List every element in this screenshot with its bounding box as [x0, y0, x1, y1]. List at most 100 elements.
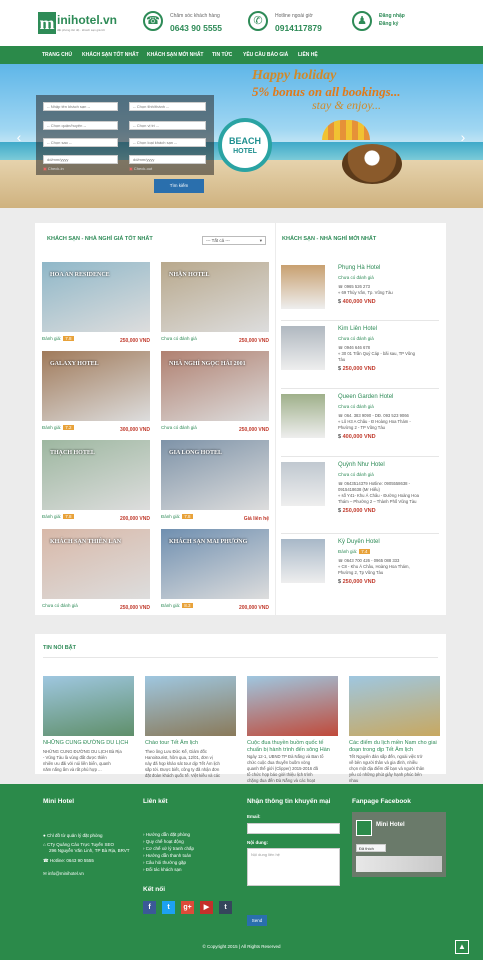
hotel-name-input[interactable]: -- Nhập tên khách sạn --: [43, 102, 118, 111]
new-hotel-photo[interactable]: [281, 265, 325, 309]
checkout-input[interactable]: dd/mm/yyyy: [129, 155, 206, 164]
rating-badge: 7.2: [63, 425, 74, 430]
footer-link[interactable]: › Câu hỏi thường gặp: [143, 860, 186, 867]
nav-new-hotels[interactable]: KHÁCH SẠN MỚI NHẤT: [147, 46, 203, 64]
fanpage-like-button[interactable]: Đã thích: [356, 844, 386, 852]
fanpage-widget[interactable]: Mini Hotel Đã thích: [352, 812, 446, 877]
news-photo[interactable]: [247, 676, 338, 736]
hotel-photo[interactable]: GALAXY HOTEL: [42, 351, 150, 421]
rating-none: Chưa có đánh giá: [42, 603, 78, 608]
main-nav: TRANG CHỦ KHÁCH SẠN TỐT NHẤT KHÁCH SẠN M…: [0, 46, 483, 64]
search-button[interactable]: Tìm kiếm: [154, 179, 204, 193]
care-phone[interactable]: 0643 90 5555: [170, 23, 222, 33]
footer-link[interactable]: › Hướng dẫn thanh toán: [143, 853, 191, 860]
hotel-filter-select[interactable]: --- Tất cả --- ▾: [202, 236, 266, 245]
newsletter-email-input[interactable]: [247, 823, 340, 834]
footer-link[interactable]: › Quy chế hoạt động: [143, 839, 184, 846]
new-hotel-price: $ 250,000 VND: [338, 579, 376, 585]
logo[interactable]: m inihotel.vn đặt phòng tốc độ · khách s…: [38, 12, 117, 38]
footer-link-text: Câu hỏi thường gặp: [145, 860, 186, 865]
twitter-icon[interactable]: t: [162, 901, 175, 914]
badge-line-2: HOTEL: [233, 148, 257, 155]
hotel-type-select[interactable]: -- Chọn loại khách sạn --: [129, 138, 206, 147]
next-slide-arrow-icon[interactable]: ›: [458, 130, 468, 144]
footer-link-text: Đối tác khách sạn: [145, 867, 182, 872]
hotel-photo[interactable]: NHÀ NGHỈ NGỌC HẢI 2001: [161, 351, 269, 421]
hotel-photo[interactable]: KHÁCH SẠN MAI PHƯƠNG: [161, 529, 269, 599]
footer-about-line: ● Chỉ đồ từ quản lý đặt phòng: [43, 833, 103, 840]
nav-quote-request[interactable]: YÊU CẦU BÁO GIÁ: [243, 46, 288, 64]
news-headline[interactable]: NHỮNG CUNG ĐƯỜNG DU LỊCH: [43, 740, 135, 747]
new-hotel-photo[interactable]: [281, 539, 325, 583]
rating-label: Đánh giá:: [338, 549, 358, 554]
news-photo[interactable]: [43, 676, 134, 736]
news-headline[interactable]: Các điểm du lịch miền Nam cho giai đoạn …: [349, 740, 441, 753]
youtube-icon[interactable]: ▶: [200, 901, 213, 914]
facebook-icon[interactable]: f: [143, 901, 156, 914]
hotel-photo[interactable]: HOA AN RESIDENCE: [42, 262, 150, 332]
hotel-price: 250,000 VND: [238, 338, 269, 344]
send-button[interactable]: Send: [247, 915, 267, 926]
nav-home[interactable]: TRANG CHỦ: [42, 46, 72, 64]
news-photo[interactable]: [349, 676, 440, 736]
new-hotel-photo[interactable]: [281, 462, 325, 506]
footer-email-text[interactable]: info@minihotel.vn: [48, 871, 84, 876]
location-select[interactable]: -- Chọn vị trí --: [129, 121, 206, 130]
new-hotel-photo[interactable]: [281, 394, 325, 438]
new-hotel-address-2: Phường 2 - TP Vũng Tàu: [338, 425, 385, 430]
login-link[interactable]: Đăng nhập: [379, 13, 405, 19]
new-hotel-name[interactable]: Kỳ Duyên Hotel: [338, 539, 380, 545]
footer-link[interactable]: › Hướng dẫn đặt phòng: [143, 832, 190, 839]
new-hotel-divider: [281, 388, 439, 389]
prev-slide-arrow-icon[interactable]: ‹: [14, 130, 24, 144]
hotel-photo[interactable]: THẠCH HOTEL: [42, 440, 150, 510]
back-to-top-arrow-icon[interactable]: ▲: [455, 940, 469, 954]
footer-hotline-text[interactable]: Hotline: 0643 90 5555: [50, 858, 94, 863]
hotel-photo-caption: NHẬN HOTEL: [169, 272, 210, 278]
beach-hotel-badge: BEACH HOTEL: [218, 118, 272, 172]
google-plus-icon[interactable]: g+: [181, 901, 194, 914]
footer-links-title: Liên kết: [143, 798, 168, 805]
hotline-phone[interactable]: 0914117879: [275, 23, 322, 33]
news-photo[interactable]: [145, 676, 236, 736]
district-select[interactable]: -- Chọn quận/huyện --: [43, 121, 118, 130]
new-hotel-phone-text: 064. 383 9090 - DĐ. 093 523 9066: [344, 413, 409, 418]
rating-badge: 8.3: [182, 603, 193, 608]
footer-link[interactable]: › Đối tác khách sạn: [143, 867, 182, 874]
stars-select[interactable]: -- Chọn sao --: [43, 138, 118, 147]
new-hotel-divider: [281, 456, 439, 457]
user-icon: ♟: [352, 11, 372, 31]
hotline-box: ✆ Hotline ngoài giờ 0914117879: [248, 11, 340, 41]
new-hotel-name[interactable]: Quỳnh Như Hotel: [338, 462, 385, 468]
new-hotel-rating: Chưa có đánh giá: [338, 404, 374, 409]
hotel-photo-caption: KHÁCH SẠN MAI PHƯƠNG: [169, 539, 248, 545]
hotel-price: 200,000 VND: [119, 516, 150, 522]
news-headline[interactable]: Cuộc đua thuyền buồm quốc tế chuẩn bị hà…: [247, 740, 339, 753]
new-hotel-rating: Đánh giá: 7.4: [338, 549, 370, 554]
hotel-photo[interactable]: KHÁCH SẠN THIÊN LAN: [42, 529, 150, 599]
new-hotel-name[interactable]: Phụng Hà Hotel: [338, 265, 380, 271]
news-excerpt-line: năm nắng ấm và rất phù hợp ...: [43, 767, 102, 772]
new-hotel-price-text: 250,000 VND: [342, 366, 376, 372]
new-hotel-photo[interactable]: [281, 326, 325, 370]
tumblr-icon[interactable]: t: [219, 901, 232, 914]
news-headline[interactable]: Chào tour Tết Âm lịch: [145, 740, 237, 747]
newsletter-content-input[interactable]: Nội dung liên hệ: [247, 848, 340, 886]
hotel-photo[interactable]: GIA LONG HOTEL: [161, 440, 269, 510]
hotel-rating: Đánh giá: 7.8: [161, 514, 193, 519]
checkin-input[interactable]: dd/mm/yyyy: [43, 155, 118, 164]
new-hotel-name[interactable]: Queen Garden Hotel: [338, 394, 393, 400]
footer-link[interactable]: › Cơ chế xử lý tranh chấp: [143, 846, 194, 853]
checkout-label-text: Check-out: [133, 166, 153, 171]
register-link[interactable]: Đăng ký: [379, 21, 398, 27]
new-hotel-price: $ 250,000 VND: [338, 366, 376, 372]
nav-contact[interactable]: LIÊN HỆ: [298, 46, 318, 64]
new-hotel-name[interactable]: Kim Liên Hotel: [338, 326, 377, 332]
province-select[interactable]: -- Chọn tỉnh/thành --: [129, 102, 206, 111]
coconut-illustration: [342, 144, 402, 184]
new-hotel-price: $ 400,000 VND: [338, 299, 376, 305]
nav-best-hotels[interactable]: KHÁCH SẠN TỐT NHẤT: [82, 46, 139, 64]
rating-label: Đánh giá:: [42, 425, 62, 430]
nav-news[interactable]: TIN TỨC: [212, 46, 232, 64]
hotel-photo[interactable]: NHẬN HOTEL: [161, 262, 269, 332]
